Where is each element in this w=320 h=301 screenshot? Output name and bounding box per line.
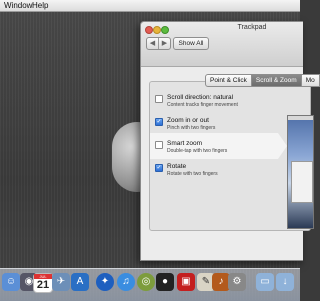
tab-point-click[interactable]: Point & Click — [205, 74, 252, 87]
folder-icon[interactable]: ▭ — [256, 273, 274, 291]
option-subtitle: Pinch with two fingers — [167, 125, 216, 131]
minimize-button[interactable] — [153, 26, 161, 34]
scroll-direction-checkbox[interactable] — [155, 95, 163, 103]
scroll-zoom-panel: Scroll direction: natural Content tracks… — [149, 81, 314, 231]
option-title: Zoom in or out — [167, 117, 209, 124]
show-all-button[interactable]: Show All — [173, 37, 209, 50]
menu-help[interactable]: Help — [32, 0, 48, 11]
gesture-preview-video — [287, 115, 314, 229]
zoom-checkbox[interactable]: ✓ — [155, 118, 163, 126]
window-title: Trackpad — [237, 24, 267, 31]
tab-bar: Point & Click Scroll & Zoom Mo — [205, 74, 320, 87]
calendar-icon[interactable]: JUL 21 — [33, 273, 53, 293]
finder-icon[interactable]: ☺ — [2, 273, 20, 291]
calendar-day: 21 — [36, 279, 50, 291]
menu-window[interactable]: Window — [4, 0, 32, 11]
preview-window — [291, 161, 313, 203]
navigation-buttons: ◀ ▶ — [146, 37, 171, 50]
system-preferences-icon[interactable]: ⚙ — [228, 273, 246, 291]
zoom-button[interactable] — [161, 26, 169, 34]
option-subtitle: Double-tap with two fingers — [167, 148, 228, 154]
window-titlebar[interactable]: Trackpad ◀ ▶ Show All — [141, 22, 303, 67]
mail-icon[interactable]: ✈ — [52, 273, 70, 291]
selected-option-pointer — [278, 133, 287, 159]
dvd-icon[interactable]: ● — [156, 273, 174, 291]
tab-scroll-zoom[interactable]: Scroll & Zoom — [250, 74, 302, 87]
rotate-checkbox[interactable]: ✓ — [155, 164, 163, 172]
preview-menubar — [288, 116, 313, 120]
facetime-icon[interactable]: ◎ — [137, 273, 155, 291]
photobooth-icon[interactable]: ▣ — [177, 273, 195, 291]
appstore-icon[interactable]: A — [71, 273, 89, 291]
tab-more-gestures[interactable]: Mo — [300, 74, 320, 87]
safari-icon[interactable]: ✦ — [96, 273, 114, 291]
option-title: Smart zoom — [167, 140, 203, 147]
option-title: Scroll direction: natural — [167, 94, 234, 101]
option-subtitle: Content tracks finger movement — [167, 102, 238, 108]
back-button[interactable]: ◀ — [147, 38, 158, 49]
menu-bar: Window Help — [0, 0, 300, 12]
downloads-icon[interactable]: ↓ — [276, 273, 294, 291]
itunes-icon[interactable]: ♫ — [117, 273, 135, 291]
trackpad-preferences-window: Trackpad ◀ ▶ Show All Scroll direction: … — [140, 21, 320, 261]
option-title: Rotate — [167, 163, 187, 170]
option-subtitle: Rotate with two fingers — [167, 171, 218, 177]
dock: ☺ ◉ JUL 21 ✈ A ✦ ♫ ◎ ● ▣ ✎ ♪ ⚙ ▭ ↓ — [0, 268, 300, 301]
forward-button[interactable]: ▶ — [158, 38, 170, 49]
close-button[interactable] — [145, 26, 153, 34]
smart-zoom-checkbox[interactable] — [155, 141, 163, 149]
